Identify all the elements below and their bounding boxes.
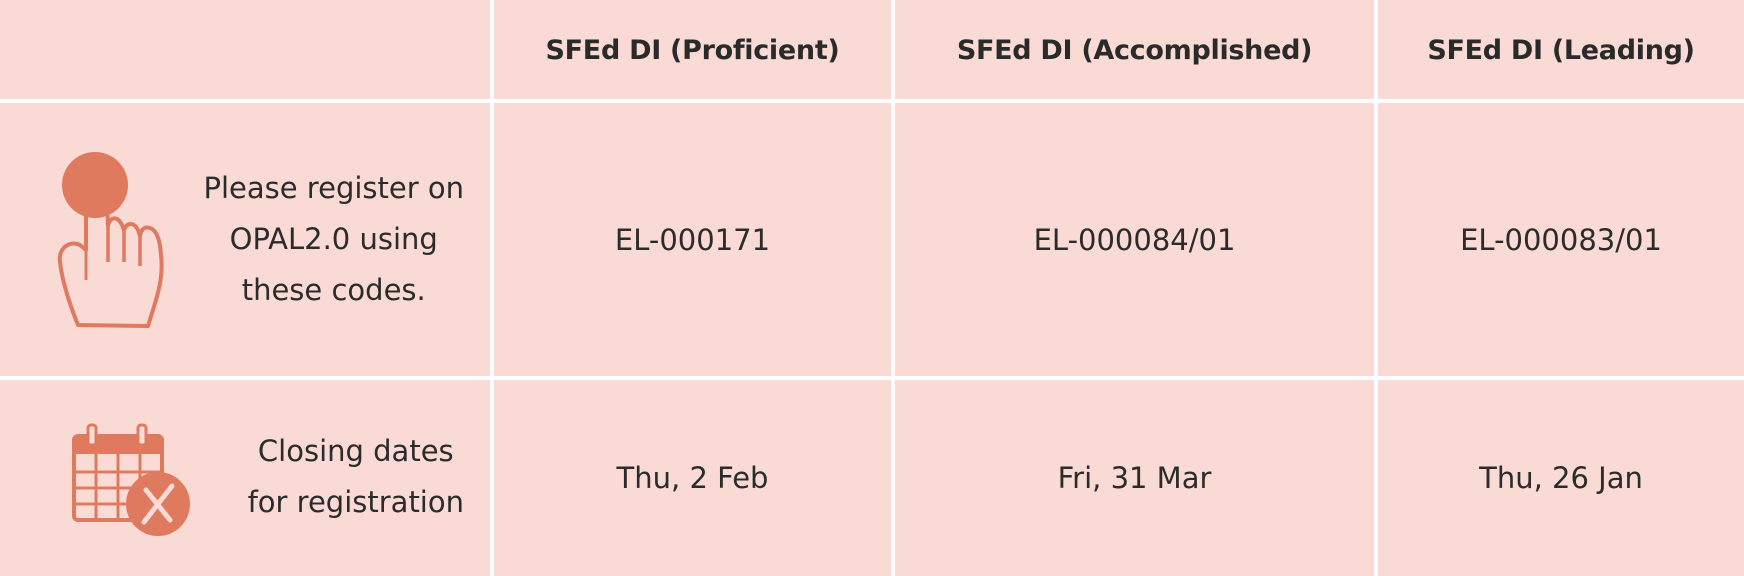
code-accomplished: EL-000084/01 <box>1033 222 1236 257</box>
header-cell-leading: SFEd DI (Leading) <box>1374 0 1744 99</box>
calendar-cancel-icon <box>72 423 190 536</box>
cell-date-accomplished: Fri, 31 Mar <box>891 376 1374 576</box>
header-proficient: SFEd DI (Proficient) <box>545 35 840 66</box>
cell-code-accomplished: EL-000084/01 <box>891 99 1374 376</box>
hand-pointer-icon <box>57 152 164 328</box>
code-proficient: EL-000171 <box>614 222 771 257</box>
header-cell-accomplished: SFEd DI (Accomplished) <box>891 0 1374 99</box>
registration-table: SFEd DI (Proficient) SFEd DI (Accomplish… <box>0 0 1744 576</box>
date-accomplished: Fri, 31 Mar <box>1057 461 1212 495</box>
row-register-label: Please register on OPAL2.0 using these c… <box>203 171 464 307</box>
date-leading: Thu, 26 Jan <box>1479 461 1643 495</box>
cell-code-proficient: EL-000171 <box>490 99 891 376</box>
header-accomplished: SFEd DI (Accomplished) <box>956 35 1313 66</box>
row-closing-label: Closing dates for registration <box>247 434 464 519</box>
date-proficient: Thu, 2 Feb <box>616 461 769 495</box>
row-register-header: Please register on OPAL2.0 using these c… <box>0 99 490 376</box>
cell-date-leading: Thu, 26 Jan <box>1374 376 1744 576</box>
cell-code-leading: EL-000083/01 <box>1374 99 1744 376</box>
cell-date-proficient: Thu, 2 Feb <box>490 376 891 576</box>
header-cell-proficient: SFEd DI (Proficient) <box>490 0 891 99</box>
code-leading: EL-000083/01 <box>1460 222 1662 257</box>
header-empty-cell <box>0 0 490 99</box>
header-leading: SFEd DI (Leading) <box>1427 35 1695 66</box>
row-closing-header: Closing dates for registration <box>0 376 490 576</box>
